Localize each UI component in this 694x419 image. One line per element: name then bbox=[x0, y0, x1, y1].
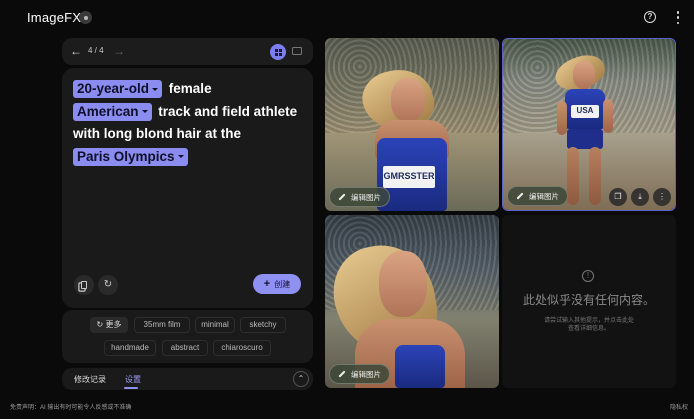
grid-view-icon[interactable] bbox=[270, 44, 286, 60]
edit-label: 编辑图片 bbox=[351, 192, 381, 202]
style-chip[interactable]: 35mm film bbox=[134, 317, 190, 333]
style-chip[interactable]: chiaroscuro bbox=[213, 340, 271, 356]
image-bib: GMRSSTER bbox=[383, 166, 435, 188]
edit-image-button[interactable]: 编辑图片 bbox=[329, 187, 390, 207]
empty-state-hint-2: 查看详细信息。 bbox=[567, 326, 610, 332]
more-styles-button[interactable]: ↻ 更多 bbox=[90, 317, 128, 333]
more-options-icon[interactable] bbox=[676, 11, 680, 24]
refresh-icon: ↻ bbox=[103, 279, 113, 290]
page-indicator: 4 / 4 bbox=[88, 46, 104, 55]
edit-image-button[interactable]: 编辑图片 bbox=[507, 186, 568, 206]
generated-image-2[interactable]: USA 编辑图片 ❐ ⤓ ⋮ bbox=[502, 38, 676, 211]
plus-icon: + bbox=[263, 278, 271, 290]
app-header: ImageFX ? bbox=[0, 0, 694, 36]
style-suggestions: ↻ 更多 35mm film minimal sketchy handmade … bbox=[62, 310, 313, 363]
pencil-icon bbox=[338, 193, 346, 201]
edit-label: 编辑图片 bbox=[351, 369, 381, 379]
expand-toggle-icon[interactable]: ⌃ bbox=[293, 371, 309, 387]
pencil-icon bbox=[516, 192, 524, 200]
style-chip[interactable]: sketchy bbox=[240, 317, 286, 333]
copy-image-icon[interactable]: ❐ bbox=[609, 188, 627, 206]
image-arm bbox=[557, 101, 567, 135]
image-jersey bbox=[395, 345, 445, 388]
prompt-chip-event[interactable]: Paris Olympics bbox=[73, 147, 188, 166]
edit-image-button[interactable]: 编辑图片 bbox=[329, 364, 390, 384]
prompt-chip-nationality[interactable]: American bbox=[73, 102, 152, 121]
edit-label: 编辑图片 bbox=[529, 191, 559, 201]
info-icon: ! bbox=[582, 270, 594, 282]
prompt-editor[interactable]: 20-year-old female American track and fi… bbox=[62, 68, 313, 308]
image-face bbox=[573, 61, 595, 89]
bottom-tabs: 修改记录 设置 ⌃ bbox=[62, 368, 313, 390]
back-arrow-icon[interactable]: ← bbox=[70, 44, 82, 58]
single-view-icon[interactable] bbox=[292, 47, 302, 55]
image-face bbox=[391, 78, 425, 122]
prompt-word: female bbox=[168, 81, 212, 96]
chevron-down-icon bbox=[177, 155, 184, 159]
prompt-word: with long blond hair at the bbox=[73, 126, 241, 141]
refresh-icon: ↻ bbox=[96, 320, 104, 329]
disclaimer-text: 免责声明：AI 输出有时可能令人反感或不准确 bbox=[10, 405, 132, 411]
empty-state-title: 此处似乎没有任何内容。 bbox=[522, 293, 655, 307]
chevron-down-icon bbox=[152, 87, 159, 91]
image-leg bbox=[567, 147, 579, 205]
forward-arrow-icon[interactable]: → bbox=[113, 44, 125, 58]
prompt-text: 20-year-old female American track and fi… bbox=[73, 78, 308, 168]
pencil-icon bbox=[338, 370, 346, 378]
style-chip[interactable]: handmade bbox=[104, 340, 156, 356]
tab-history[interactable]: 修改记录 bbox=[74, 374, 106, 385]
style-chip[interactable]: minimal bbox=[195, 317, 235, 333]
chip-label: Paris Olympics bbox=[77, 148, 175, 164]
reset-prompt-button[interactable]: ↻ bbox=[98, 275, 118, 295]
chip-label: American bbox=[77, 103, 139, 119]
more-styles-label: 更多 bbox=[105, 320, 122, 329]
chevron-down-icon bbox=[141, 110, 148, 114]
privacy-link[interactable]: 隐私权 bbox=[670, 402, 688, 411]
image-bib: USA bbox=[571, 105, 599, 118]
more-options-icon[interactable]: ⋮ bbox=[653, 188, 671, 206]
create-button-label: 创建 bbox=[274, 279, 291, 289]
style-chip[interactable]: abstract bbox=[162, 340, 208, 356]
prompt-word: track and field athlete bbox=[158, 103, 298, 119]
image-arm bbox=[603, 99, 613, 133]
empty-image-slot: ! 此处似乎没有任何内容。 请尝试输入其他提示，并点击此处 查看详细信息。 bbox=[502, 215, 676, 388]
copy-prompt-button[interactable] bbox=[74, 275, 94, 295]
active-tab-indicator bbox=[124, 387, 138, 389]
image-leg bbox=[589, 147, 601, 205]
help-icon[interactable]: ? bbox=[644, 11, 656, 23]
tab-settings[interactable]: 设置 bbox=[125, 374, 141, 385]
generated-image-3[interactable]: 编辑图片 bbox=[325, 215, 499, 388]
image-shorts bbox=[567, 129, 603, 149]
chip-label: 20-year-old bbox=[77, 81, 150, 96]
create-button[interactable]: + 创建 bbox=[253, 274, 301, 294]
image-nav-bar: ← 4 / 4 → bbox=[62, 38, 313, 65]
imagefx-app: ImageFX ? ← 4 / 4 → 20-year-old female A… bbox=[0, 0, 694, 419]
generated-image-1[interactable]: GMRSSTER 编辑图片 bbox=[325, 38, 499, 211]
app-title: ImageFX bbox=[27, 10, 82, 25]
download-icon[interactable]: ⤓ bbox=[631, 188, 649, 206]
image-actions: ❐ ⤓ ⋮ bbox=[609, 188, 671, 206]
image-face bbox=[379, 251, 427, 317]
app-menu-icon[interactable] bbox=[79, 11, 92, 24]
copy-icon bbox=[81, 281, 87, 289]
prompt-chip-age[interactable]: 20-year-old bbox=[73, 80, 163, 98]
